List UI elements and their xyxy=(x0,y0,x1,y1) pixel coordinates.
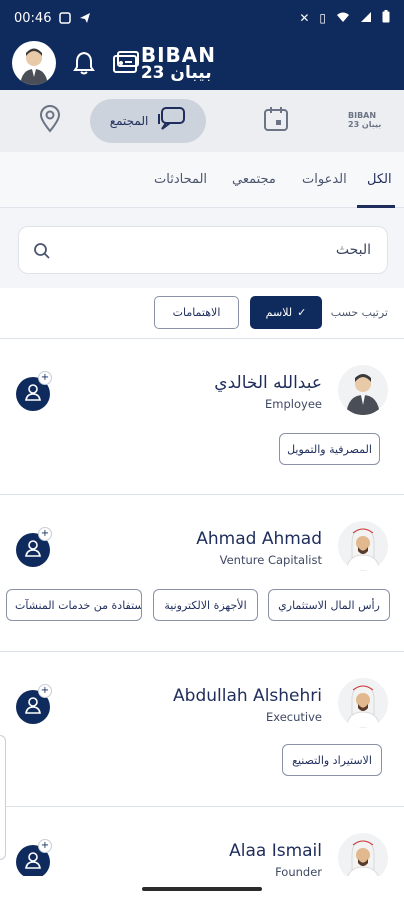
tab-chats[interactable]: المحادثات xyxy=(154,172,207,187)
check-icon: ✓ xyxy=(297,306,307,319)
sort-label: ترتيب حسب xyxy=(330,306,388,319)
list-item[interactable]: Abdullah Alshehri Executive + الاستيراد … xyxy=(0,651,404,806)
tab-invitations[interactable]: الدعوات xyxy=(302,172,347,187)
side-drawer-handle[interactable] xyxy=(0,735,6,860)
list-item[interactable]: Ahmad Ahmad Venture Capitalist + رأس الم… xyxy=(0,494,404,651)
person-name: عبدالله الخالدي xyxy=(214,373,322,393)
interest-tag[interactable]: رأس المال الاستثماري xyxy=(268,589,390,621)
person-title: Venture Capitalist xyxy=(219,553,322,567)
home-gesture-handle[interactable] xyxy=(142,887,262,891)
interest-tag[interactable]: المصرفية والتمويل xyxy=(279,433,380,465)
notification-icon xyxy=(59,12,72,24)
bell-icon[interactable] xyxy=(70,49,98,77)
person-name: Alaa Ismail xyxy=(229,841,322,861)
mute-icon: ✕ xyxy=(299,11,310,25)
brand-top: BIBAN xyxy=(140,42,216,67)
sort-row: ترتيب حسب للاسم ✓ الاهتمامات xyxy=(0,295,404,331)
nav-calendar[interactable] xyxy=(262,105,290,137)
signal-icon xyxy=(360,11,372,26)
tab-all[interactable]: الكل xyxy=(367,172,392,187)
wifi-icon xyxy=(336,11,350,26)
person-icon xyxy=(23,850,43,874)
person-photo xyxy=(338,521,388,571)
search-section xyxy=(0,208,404,288)
community-tabs: الكل الدعوات مجتمعي المحادثات xyxy=(0,152,404,208)
sort-by-name-label: للاسم xyxy=(265,306,293,319)
nav-community-label: المجتمع xyxy=(109,114,149,128)
nav-community[interactable]: المجتمع xyxy=(90,99,206,143)
chat-bubbles-icon xyxy=(156,106,186,136)
biban-logo: BIBAN بيبان 23 xyxy=(141,45,216,82)
main-nav: المجتمع BIBAN بيبان 23 xyxy=(0,90,404,152)
search-box xyxy=(18,226,388,274)
sort-by-interests-label: الاهتمامات xyxy=(172,306,221,319)
interest-tag[interactable]: الاستيراد والتصنيع xyxy=(282,744,382,776)
status-bar: 00:46 ✕ ▯ xyxy=(0,0,404,36)
person-title: Employee xyxy=(265,397,322,411)
list-item[interactable]: Alaa Ismail Founder + xyxy=(0,806,404,886)
nav-location[interactable] xyxy=(38,105,62,137)
brand-bottom: بيبان 23 xyxy=(140,62,212,83)
nav-logo-bottom: بيبان 23 xyxy=(348,120,382,129)
location-pin-icon xyxy=(38,105,62,137)
plus-icon: + xyxy=(38,839,52,853)
person-name: Ahmad Ahmad xyxy=(196,529,322,549)
person-icon xyxy=(23,538,43,562)
vibrate-icon: ▯ xyxy=(319,11,326,25)
interest-tag[interactable]: الإستفادة من خدمات المنشآت xyxy=(6,589,142,621)
telegram-icon xyxy=(79,12,91,24)
calendar-icon xyxy=(262,105,290,137)
person-icon xyxy=(23,695,43,719)
battery-icon xyxy=(382,10,390,26)
list-item[interactable]: عبدالله الخالدي Employee + المصرفية والت… xyxy=(0,338,404,494)
person-icon xyxy=(23,382,43,406)
status-time: 00:46 xyxy=(14,10,52,26)
search-icon[interactable] xyxy=(33,242,51,260)
person-name: Abdullah Alshehri xyxy=(173,686,322,706)
sort-by-name-chip[interactable]: للاسم ✓ xyxy=(250,296,322,329)
app-header: BIBAN بيبان 23 xyxy=(0,36,404,90)
sort-by-interests-chip[interactable]: الاهتمامات xyxy=(154,296,239,329)
plus-icon: + xyxy=(38,527,52,541)
plus-icon: + xyxy=(38,684,52,698)
search-input[interactable] xyxy=(71,227,371,273)
nav-home-logo[interactable]: BIBAN بيبان 23 xyxy=(348,111,382,130)
interest-tag[interactable]: الأجهزة الالكترونية xyxy=(153,589,258,621)
profile-avatar[interactable] xyxy=(12,41,56,85)
tab-my-community[interactable]: مجتمعي xyxy=(232,172,276,187)
person-photo xyxy=(338,678,388,728)
id-card-icon[interactable] xyxy=(112,49,140,77)
plus-icon: + xyxy=(38,371,52,385)
person-title: Executive xyxy=(266,710,322,724)
person-photo xyxy=(338,365,388,415)
